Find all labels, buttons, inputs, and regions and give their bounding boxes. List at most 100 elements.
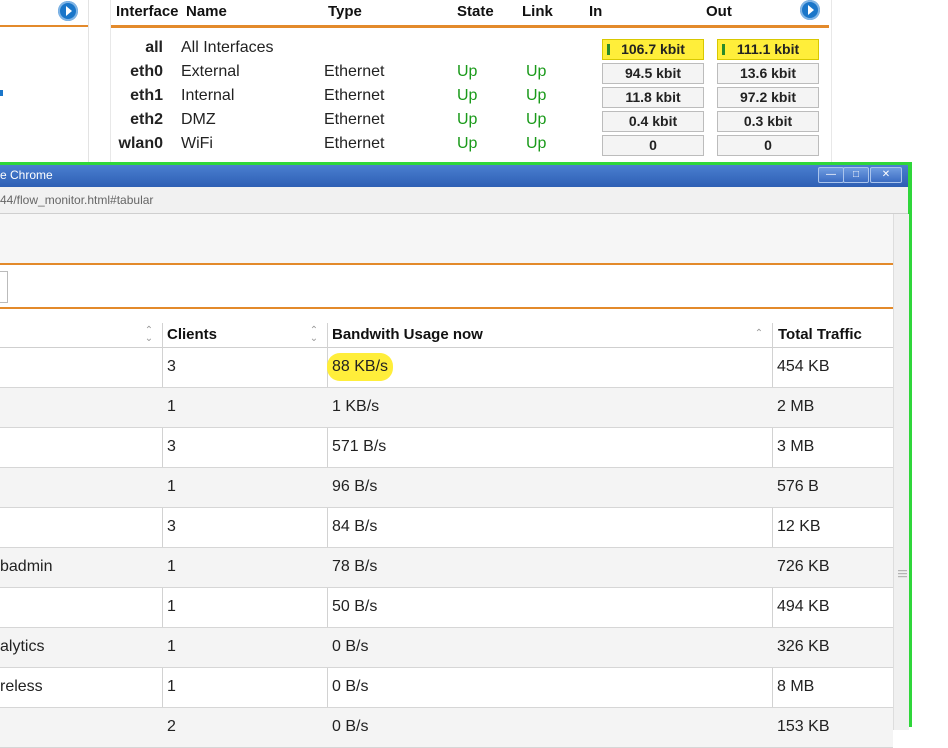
window-title: e Chrome [0,168,53,182]
table-row[interactable]: alytics 1 0 B/s 326 KB [0,628,893,668]
interface-name: External [181,63,240,80]
cell-bandwidth: 78 B/s [332,558,378,575]
divider [0,307,893,309]
interface-type: Ethernet [324,135,385,152]
minimize-button[interactable]: — [818,167,844,183]
interface-link: Up [526,87,547,104]
interface-row-eth1[interactable]: eth1 Internal Ethernet Up Up 11.8 kbit 9… [111,86,829,110]
interface-row-eth0[interactable]: eth0 External Ethernet Up Up 94.5 kbit 1… [111,62,829,86]
interface-name: WiFi [181,135,213,152]
window-titlebar[interactable]: e Chrome — □ ✕ [0,165,908,187]
play-circle-icon[interactable] [800,0,820,20]
cell-bandwidth: 1 KB/s [332,398,380,415]
rate-out: 97.2 kbit [717,87,819,108]
col-clients[interactable]: Clients [167,323,217,347]
interface-row-eth2[interactable]: eth2 DMZ Ethernet Up Up 0.4 kbit 0.3 kbi… [111,110,829,134]
table-row[interactable]: 3 84 B/s 12 KB [0,508,893,548]
cell-clients: 1 [167,678,176,695]
cell-clients: 3 [167,438,176,455]
cell-total: 326 KB [777,638,830,655]
col-bandwidth[interactable]: Bandwith Usage now [332,323,483,347]
col-type: Type [328,3,362,20]
table-row[interactable]: badmin 1 78 B/s 726 KB [0,548,893,588]
interface-id: all [145,39,163,56]
cell-clients: 1 [167,558,176,575]
interface-state: Up [457,111,478,128]
interface-type: Ethernet [324,63,385,80]
cell-bandwidth: 96 B/s [332,478,378,495]
address-bar[interactable]: 44/flow_monitor.html#tabular [0,187,908,214]
interface-name: DMZ [181,111,216,128]
table-row[interactable]: 1 1 KB/s 2 MB [0,388,893,428]
rate-out: 111.1 kbit [717,39,819,60]
cell-clients: 3 [167,358,176,375]
cell-name: badmin [0,558,53,575]
interface-id: eth1 [130,87,163,104]
col-link: Link [522,3,553,20]
scroll-grip-icon[interactable]: — — — [898,566,907,581]
cell-bandwidth: 50 B/s [332,598,378,615]
cell-bandwidth: 571 B/s [332,438,387,455]
cell-clients: 3 [167,518,176,535]
cell-total: 153 KB [777,718,830,735]
cell-bandwidth: 0 B/s [332,678,369,695]
table-row[interactable]: 2 0 B/s 153 KB [0,708,893,748]
rate-in: 94.5 kbit [602,63,704,84]
cell-total: 12 KB [777,518,821,535]
filter-input[interactable] [0,271,8,303]
cell-bandwidth: 0 B/s [332,638,369,655]
rate-in: 106.7 kbit [602,39,704,60]
col-out: Out [706,3,732,20]
cell-total: 8 MB [777,678,815,695]
sort-asc-icon[interactable]: ⌃ [754,329,764,346]
col-interface: Interface [116,3,179,20]
cell-total: 3 MB [777,438,815,455]
interface-link: Up [526,111,547,128]
rate-in: 0.4 kbit [602,111,704,132]
col-total-traffic[interactable]: Total Traffic [778,323,862,347]
cell-bandwidth: 84 B/s [332,518,378,535]
close-button[interactable]: ✕ [870,167,902,183]
cell-bandwidth: 88 KB/s [332,358,389,376]
interface-state: Up [457,135,478,152]
table-row[interactable]: reless 1 0 B/s 8 MB [0,668,893,708]
arrow-fragment-icon [0,90,3,96]
maximize-button[interactable]: □ [843,167,869,183]
interface-state: Up [457,87,478,104]
vertical-scrollbar[interactable]: — — — [893,214,909,730]
play-circle-icon[interactable] [58,1,78,21]
cell-total: 726 KB [777,558,830,575]
rate-bar-icon [607,44,610,55]
rate-in: 0 [602,135,704,156]
cell-total: 2 MB [777,398,815,415]
table-row[interactable]: 1 96 B/s 576 B [0,468,893,508]
interface-type: Ethernet [324,111,385,128]
cell-bandwidth: 0 B/s [332,718,369,735]
cell-clients: 2 [167,718,176,735]
interface-state: Up [457,63,478,80]
table-row[interactable]: 3 88 KB/s 454 KB [0,348,893,388]
cell-clients: 1 [167,478,176,495]
interface-row-wlan0[interactable]: wlan0 WiFi Ethernet Up Up 0 0 [111,134,829,158]
cell-clients: 1 [167,398,176,415]
rate-out: 0 [717,135,819,156]
table-row[interactable]: 1 50 B/s 494 KB [0,588,893,628]
cell-name: alytics [0,638,45,655]
col-state: State [457,3,494,20]
rate-out: 0.3 kbit [717,111,819,132]
rate-out: 13.6 kbit [717,63,819,84]
col-in: In [589,3,603,20]
url-text: 44/flow_monitor.html#tabular [0,193,154,207]
interface-name: All Interfaces [181,39,274,56]
table-row[interactable]: 3 571 B/s 3 MB [0,428,893,468]
interface-name: Internal [181,87,235,104]
interface-id: eth2 [130,111,163,128]
cell-name: reless [0,678,43,695]
interface-link: Up [526,135,547,152]
rate-out-value: 111.1 kbit [736,41,800,57]
col-name: Name [186,3,227,20]
interface-row-all[interactable]: all All Interfaces 106.7 kbit 111.1 kbit [111,38,829,62]
sort-both-icon[interactable]: ⌃ ⌄ [144,326,154,344]
cell-total: 454 KB [777,358,830,375]
sort-both-icon[interactable]: ⌃ ⌄ [309,326,319,344]
